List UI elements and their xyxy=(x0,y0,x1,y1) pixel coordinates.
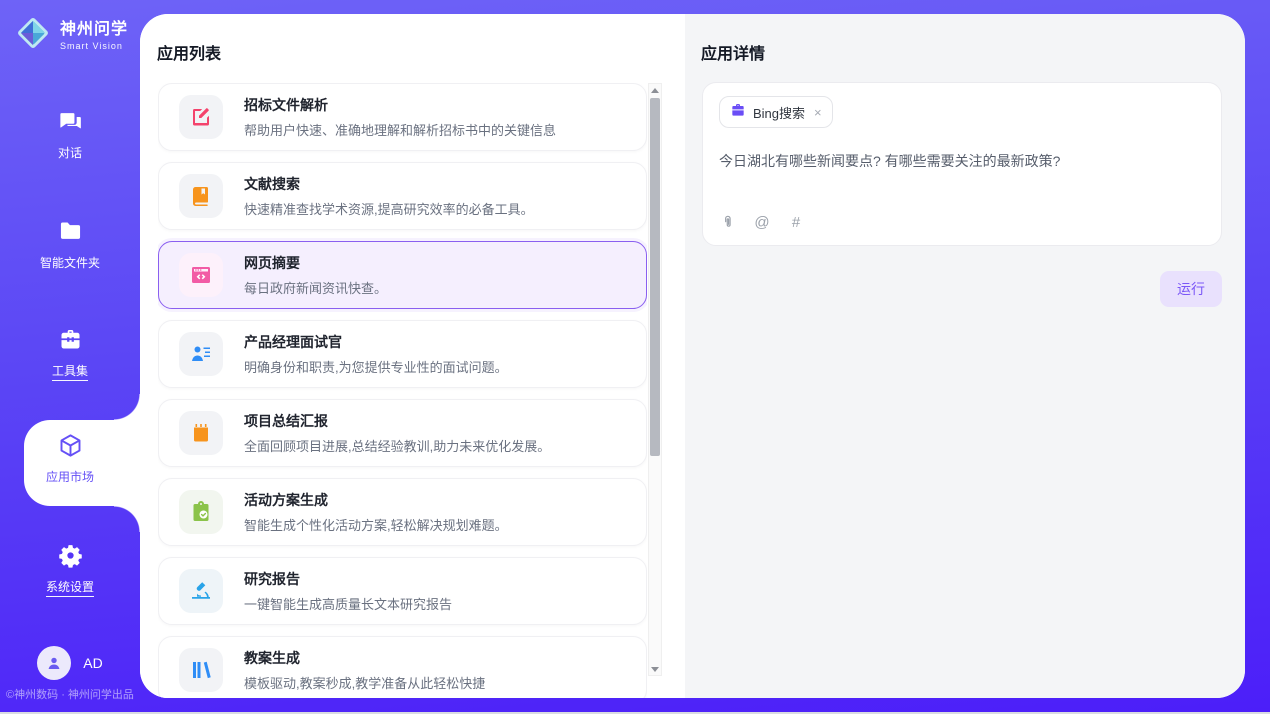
app-list-title: 应用列表 xyxy=(157,40,221,64)
mention-icon[interactable]: @ xyxy=(753,213,771,231)
toolbox-icon xyxy=(57,326,84,353)
app-title: 产品经理面试官 xyxy=(244,332,508,352)
brand-subtitle: Smart Vision xyxy=(60,41,128,51)
app-detail-panel: 应用详情 Bing搜索 × 今日湖北有哪些新闻要点? 有哪些需要关注的最新政策?… xyxy=(685,14,1245,698)
sidebar-item-label: 工具集 xyxy=(52,362,88,381)
app-list-item[interactable]: 研究报告一键智能生成高质量长文本研究报告 xyxy=(158,557,647,625)
scroll-up-icon xyxy=(651,88,659,93)
microscope-icon xyxy=(179,569,223,613)
app-list-item[interactable]: 项目总结汇报全面回顾项目进展,总结经验教训,助力未来优化发展。 xyxy=(158,399,647,467)
app-list-item[interactable]: 活动方案生成智能生成个性化活动方案,轻松解决规划难题。 xyxy=(158,478,647,546)
app-title: 活动方案生成 xyxy=(244,490,508,510)
close-icon[interactable]: × xyxy=(814,106,822,119)
user-avatar-icon xyxy=(37,646,71,680)
app-window: 神州问学 Smart Vision 对话智能文件夹工具集应用市场系统设置 AD … xyxy=(0,0,1270,712)
edit-document-icon xyxy=(179,95,223,139)
scrollbar-up-button[interactable] xyxy=(649,84,661,96)
app-description: 快速精准查找学术资源,提高研究效率的必备工具。 xyxy=(244,199,534,218)
app-list-panel: 应用列表 招标文件解析帮助用户快速、准确地理解和解析招标书中的关键信息文献搜索快… xyxy=(140,14,685,698)
app-title: 招标文件解析 xyxy=(244,95,556,115)
app-list-item[interactable]: 教案生成模板驱动,教案秒成,教学准备从此轻松快捷 xyxy=(158,636,647,698)
app-list: 招标文件解析帮助用户快速、准确地理解和解析招标书中的关键信息文献搜索快速精准查找… xyxy=(158,83,647,698)
chat-icon xyxy=(57,108,84,135)
app-description: 全面回顾项目进展,总结经验教训,助力未来优化发展。 xyxy=(244,436,550,455)
cube-icon xyxy=(57,432,84,459)
run-row: 运行 xyxy=(702,271,1222,307)
app-title: 教案生成 xyxy=(244,648,485,668)
list-scrollbar[interactable] xyxy=(648,83,662,676)
tool-chip-label: Bing搜索 xyxy=(753,103,805,122)
sidebar-item-应用市场[interactable]: 应用市场 xyxy=(0,432,140,485)
sidebar-item-智能文件夹[interactable]: 智能文件夹 xyxy=(0,218,140,271)
app-title: 文献搜索 xyxy=(244,174,534,194)
brand: 神州问学 Smart Vision xyxy=(14,14,128,52)
app-description: 明确身份和职责,为您提供专业性的面试问题。 xyxy=(244,357,508,376)
sidebar-item-工具集[interactable]: 工具集 xyxy=(0,326,140,381)
app-list-item[interactable]: 文献搜索快速精准查找学术资源,提高研究效率的必备工具。 xyxy=(158,162,647,230)
tool-chip-bing-search[interactable]: Bing搜索 × xyxy=(719,96,833,128)
sidebar-item-label: 对话 xyxy=(58,144,82,161)
copyright-footer: ©神州数码 · 神州问学出品 xyxy=(0,686,140,702)
app-title: 网页摘要 xyxy=(244,253,387,273)
app-description: 一键智能生成高质量长文本研究报告 xyxy=(244,594,452,613)
sidebar-item-label: 应用市场 xyxy=(46,468,94,485)
sidebar: 神州问学 Smart Vision 对话智能文件夹工具集应用市场系统设置 AD … xyxy=(0,0,140,714)
prompt-input[interactable]: 今日湖北有哪些新闻要点? 有哪些需要关注的最新政策? xyxy=(719,151,1205,213)
sidebar-item-系统设置[interactable]: 系统设置 xyxy=(0,542,140,597)
book-icon xyxy=(179,174,223,218)
app-list-item[interactable]: 产品经理面试官明确身份和职责,为您提供专业性的面试问题。 xyxy=(158,320,647,388)
app-detail-title: 应用详情 xyxy=(701,40,765,64)
app-description: 帮助用户快速、准确地理解和解析招标书中的关键信息 xyxy=(244,120,556,139)
interviewer-icon xyxy=(179,332,223,376)
app-title: 研究报告 xyxy=(244,569,452,589)
browser-code-icon xyxy=(179,253,223,297)
folder-icon xyxy=(57,218,84,245)
app-list-item[interactable]: 招标文件解析帮助用户快速、准确地理解和解析招标书中的关键信息 xyxy=(158,83,647,151)
diamond-logo-icon xyxy=(14,14,52,52)
app-description: 智能生成个性化活动方案,轻松解决规划难题。 xyxy=(244,515,508,534)
notepad-icon xyxy=(179,411,223,455)
app-description: 模板驱动,教案秒成,教学准备从此轻松快捷 xyxy=(244,673,485,692)
scroll-down-icon xyxy=(651,667,659,672)
app-list-item[interactable]: 网页摘要每日政府新闻资讯快查。 xyxy=(158,241,647,309)
app-description: 每日政府新闻资讯快查。 xyxy=(244,278,387,297)
briefcase-icon xyxy=(730,102,746,123)
hash-icon[interactable]: # xyxy=(787,213,805,231)
brand-name: 神州问学 xyxy=(60,15,128,39)
user-name: AD xyxy=(83,655,102,671)
composer-toolbar: @ # xyxy=(719,213,1205,231)
sidebar-item-label: 系统设置 xyxy=(46,578,94,597)
run-button[interactable]: 运行 xyxy=(1160,271,1222,307)
paperclip-icon[interactable] xyxy=(719,213,737,231)
scrollbar-down-button[interactable] xyxy=(649,663,661,675)
clipboard-check-icon xyxy=(179,490,223,534)
user-row[interactable]: AD xyxy=(0,646,140,680)
main-content: 应用列表 招标文件解析帮助用户快速、准确地理解和解析招标书中的关键信息文献搜索快… xyxy=(140,14,1245,698)
scrollbar-thumb[interactable] xyxy=(650,98,660,456)
books-icon xyxy=(179,648,223,692)
sidebar-item-label: 智能文件夹 xyxy=(40,254,100,271)
prompt-card: Bing搜索 × 今日湖北有哪些新闻要点? 有哪些需要关注的最新政策? @ # xyxy=(702,82,1222,246)
sidebar-item-对话[interactable]: 对话 xyxy=(0,108,140,161)
gear-icon xyxy=(57,542,84,569)
app-title: 项目总结汇报 xyxy=(244,411,550,431)
